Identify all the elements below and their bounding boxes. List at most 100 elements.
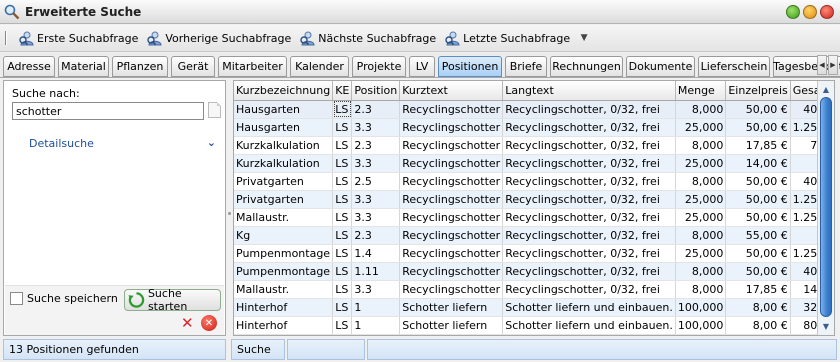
first-query-label: Erste Suchabfrage (37, 31, 139, 45)
tab-geraet[interactable]: Gerät (171, 56, 215, 77)
close-button[interactable] (820, 5, 834, 19)
splitter-handle[interactable] (228, 212, 231, 215)
detail-search-label: Detailsuche (29, 136, 94, 150)
search-actions: Suche speichern Suche starten ✕ ✕ (5, 285, 224, 335)
table-cell: LS (332, 298, 353, 317)
table-row[interactable]: Pumpenmontage LS 1.11 Recyclingschotter Recy… (234, 262, 834, 281)
save-search-option[interactable]: Suche speichern (10, 292, 118, 305)
table-row[interactable]: Privatgarten LS 3.3 Recyclingschotter Recycl… (234, 190, 834, 209)
table-cell: Recyclingschotter, 0/32, frei (502, 136, 676, 155)
table-cell: 8,000 (675, 172, 727, 191)
chevron-down-icon[interactable]: ⌄ (207, 136, 216, 149)
tab-mitarbeiter[interactable]: Mitarbeiter (218, 56, 287, 77)
scroll-up-icon[interactable]: ▲ (819, 82, 833, 96)
tab-dokumente[interactable]: Dokumente (626, 56, 695, 77)
tab-lv[interactable]: LV (409, 56, 435, 77)
table-cell: Schotter liefern und einbauen. (502, 298, 676, 317)
status-empty-2 (367, 339, 837, 360)
save-search-label: Suche speichern (27, 292, 118, 305)
table-row[interactable]: Privatgarten LS 2.5 Recyclingschotter Recycl… (234, 172, 834, 191)
tab-adresse[interactable]: Adresse (3, 56, 55, 77)
column-header[interactable]: Kurzbezeichnung (234, 81, 334, 101)
save-search-checkbox[interactable] (10, 292, 23, 305)
previous-query-button[interactable]: Vorherige Suchabfrage (143, 27, 294, 49)
column-header[interactable]: Position (351, 81, 401, 101)
table-cell: Recyclingschotter (399, 118, 504, 137)
table-row[interactable]: Kurzkalkulation LS 2.3 Recyclingschotter Rec… (234, 136, 834, 155)
tab-material[interactable]: Material (58, 56, 109, 77)
table-cell: Mallaustr. (234, 208, 334, 227)
last-query-button[interactable]: Letzte Suchabfrage (441, 27, 573, 49)
toolbar-overflow-icon[interactable]: ▼ (577, 33, 591, 43)
table-cell: 50,00 € (725, 172, 791, 191)
table-cell: 2.3 (351, 226, 401, 245)
start-search-button[interactable]: Suche starten (124, 287, 221, 313)
first-query-button[interactable]: Erste Suchabfrage (15, 27, 141, 49)
scroll-thumb[interactable] (820, 97, 832, 317)
tab-scroll-right-icon[interactable]: ▶ (828, 55, 838, 75)
table-cell: Recyclingschotter, 0/32, frei (502, 226, 676, 245)
table-cell: Kurzkalkulation (234, 154, 334, 173)
table-row[interactable]: Hausgarten LS 2.3 Recyclingschotter Recyclin… (234, 100, 834, 119)
table-cell: Recyclingschotter, 0/32, frei (502, 262, 676, 281)
column-header[interactable]: Einzelpreis (725, 81, 791, 101)
table-cell: 3.3 (351, 208, 401, 227)
table-row[interactable]: Hinterhof LS 1 Schotter liefern Schotter lie… (234, 298, 834, 317)
table-cell: 2.3 (351, 136, 401, 155)
cancel-icon[interactable]: ✕ (201, 315, 217, 331)
table-cell: 8,000 (675, 100, 727, 119)
scroll-down-icon[interactable]: ▼ (819, 319, 833, 333)
table-cell: LS (332, 226, 353, 245)
grid-header-row: Kurzbezeichnung KE Position Kurztext Langtex… (234, 81, 834, 101)
table-row[interactable]: Hinterhof LS 1 Schotter liefern Schotter lie… (234, 316, 834, 335)
table-cell: Recyclingschotter, 0/32, frei (502, 172, 676, 191)
table-row[interactable]: Mallaustr. LS 3.3 Recyclingschotter Recyclin… (234, 280, 834, 299)
table-row[interactable]: Hausgarten LS 3.3 Recyclingschotter Recyclin… (234, 118, 834, 137)
table-cell: 17,85 € (725, 280, 791, 299)
table-cell: Privatgarten (234, 190, 334, 209)
column-header[interactable]: Langtext (502, 81, 676, 101)
table-cell: 50,00 € (725, 262, 791, 281)
vertical-scrollbar[interactable]: ▲ ▼ (817, 81, 834, 335)
detail-search-toggle[interactable]: Detailsuche ⌄ (5, 131, 224, 155)
table-row[interactable]: Mallaustr. LS 3.3 Recyclingschotter Recyclin… (234, 208, 834, 227)
tab-scroll-left-icon[interactable]: ◀ (817, 55, 827, 75)
table-cell: 1.4 (351, 244, 401, 263)
clear-icon[interactable]: ✕ (181, 316, 194, 331)
minimize-button[interactable] (786, 5, 800, 19)
tab-rechnungen[interactable]: Rechnungen (550, 56, 623, 77)
table-cell: 8,000 (675, 280, 727, 299)
table-cell: 14,00 € (725, 154, 791, 173)
table-cell: Pumpenmontage (234, 262, 334, 281)
next-query-label: Nächste Suchabfrage (318, 31, 437, 45)
table-cell: Recyclingschotter, 0/32, frei (502, 280, 676, 299)
document-icon[interactable] (208, 102, 221, 118)
search-panel: Suche nach: Detailsuche ⌄ Suche speicher… (3, 80, 226, 336)
tab-kalender[interactable]: Kalender (290, 56, 349, 77)
table-cell: Schotter liefern und einbauen. (502, 316, 676, 335)
table-cell: 25,000 (675, 208, 727, 227)
table-row[interactable]: Kurzkalkulation LS 3.3 Recyclingschotter Rec… (234, 154, 834, 173)
table-cell: LS (332, 262, 353, 281)
table-row[interactable]: Pumpenmontage LS 1.4 Recyclingschotter Recyc… (234, 244, 834, 263)
toolbar-grip[interactable] (5, 31, 7, 45)
next-query-button[interactable]: Nächste Suchabfrage (296, 27, 439, 49)
tab-positionen[interactable]: Positionen (438, 56, 502, 77)
search-input[interactable] (12, 102, 204, 120)
table-cell: Schotter liefern (399, 316, 504, 335)
tab-briefe[interactable]: Briefe (505, 56, 547, 77)
table-row[interactable]: Kg LS 2.3 Recyclingschotter Recyclingschotte… (234, 226, 834, 245)
tab-pflanzen[interactable]: Pflanzen (112, 56, 168, 77)
table-cell: Recyclingschotter (399, 100, 504, 119)
table-cell: LS (332, 118, 353, 137)
maximize-button[interactable] (803, 5, 817, 19)
tab-lieferschein[interactable]: Lieferschein (698, 56, 770, 77)
column-header[interactable]: KE (332, 81, 353, 101)
tab-strip: Adresse Material Pflanzen Gerät Mitarbei… (0, 53, 840, 78)
column-header[interactable]: Kurztext (399, 81, 504, 101)
tab-projekte[interactable]: Projekte (352, 56, 406, 77)
table-cell: Schotter liefern (399, 298, 504, 317)
table-cell: LS (332, 172, 353, 191)
table-cell: Hinterhof (234, 316, 334, 335)
column-header[interactable]: Menge (675, 81, 727, 101)
